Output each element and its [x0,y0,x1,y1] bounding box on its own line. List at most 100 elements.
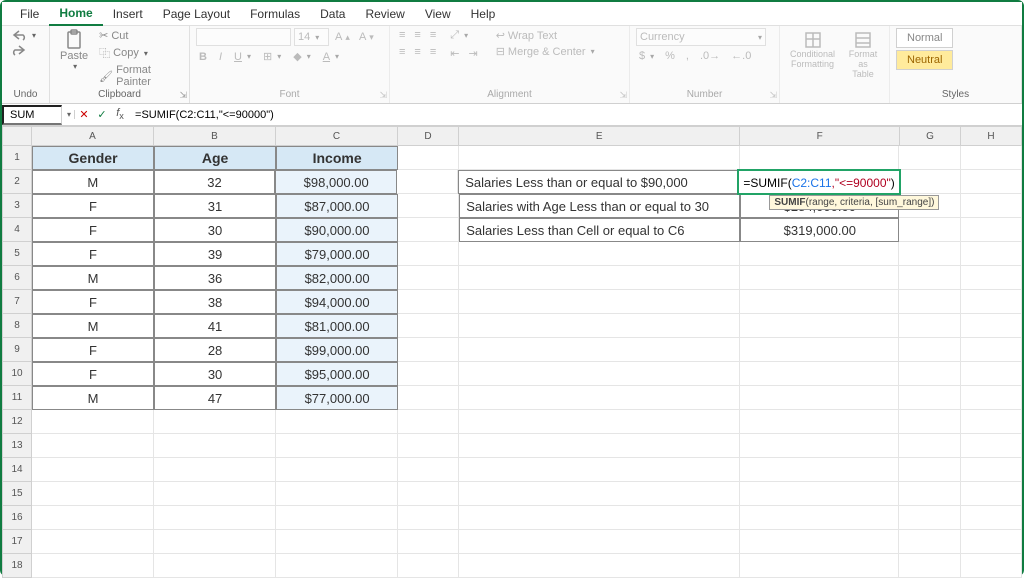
row-header[interactable]: 11 [2,386,32,410]
cell[interactable] [397,170,458,194]
cell[interactable] [740,362,899,386]
cell[interactable] [459,314,740,338]
increase-indent-icon[interactable]: ⇥ [465,46,480,61]
cell[interactable] [398,554,459,578]
cell[interactable] [899,362,960,386]
age-cell[interactable]: 38 [154,290,276,314]
summary-label[interactable]: Salaries Less than or equal to $90,000 [458,170,738,194]
menu-view[interactable]: View [415,3,461,25]
increase-decimal-icon[interactable]: .0→ [697,49,723,63]
decrease-decimal-icon[interactable]: ←.0 [728,49,754,63]
cell[interactable] [961,506,1022,530]
menu-page-layout[interactable]: Page Layout [153,3,240,25]
cell[interactable] [398,482,459,506]
age-cell[interactable]: 30 [154,362,276,386]
cell[interactable] [899,314,960,338]
gender-cell[interactable]: F [32,242,154,266]
border-button[interactable]: ⊞▾ [260,49,284,64]
formula-input[interactable] [129,107,1022,123]
summary-label[interactable]: Salaries with Age Less than or equal to … [459,194,740,218]
cell[interactable] [154,410,276,434]
income-cell[interactable]: $77,000.00 [276,386,398,410]
cell[interactable] [398,434,459,458]
cell[interactable] [154,458,276,482]
paste-button[interactable]: Paste▾ [56,28,92,73]
income-cell[interactable]: $79,000.00 [276,242,398,266]
select-all-corner[interactable] [2,126,32,146]
cell[interactable] [459,482,740,506]
cell[interactable] [961,170,1022,194]
income-cell[interactable]: $87,000.00 [276,194,398,218]
cell[interactable] [740,266,899,290]
align-right-icon[interactable]: ≡ [427,45,439,59]
cell[interactable] [459,266,740,290]
align-middle-icon[interactable]: ≡ [411,28,423,42]
income-cell[interactable]: $81,000.00 [276,314,398,338]
age-cell[interactable]: 31 [154,194,276,218]
cell[interactable] [740,506,899,530]
row-header[interactable]: 14 [2,458,32,482]
income-cell[interactable]: $94,000.00 [276,290,398,314]
row-header[interactable]: 9 [2,338,32,362]
row-header[interactable]: 12 [2,410,32,434]
cell[interactable] [398,218,459,242]
name-box[interactable] [2,105,62,125]
cell[interactable] [398,146,459,170]
cell[interactable] [961,338,1022,362]
cell[interactable] [154,434,276,458]
cell[interactable] [459,506,740,530]
cell[interactable] [961,434,1022,458]
cell[interactable] [961,386,1022,410]
menu-data[interactable]: Data [310,3,355,25]
cell[interactable] [740,314,899,338]
menu-insert[interactable]: Insert [103,3,153,25]
summary-value[interactable]: =SUMIF(C2:C11,"<=90000")SUMIF(range, cri… [738,170,899,194]
cell[interactable] [459,386,740,410]
redo-button[interactable] [8,43,39,57]
row-header[interactable]: 4 [2,218,32,242]
font-name-dropdown[interactable] [196,28,291,46]
gender-cell[interactable]: M [32,314,154,338]
decrease-font-icon[interactable]: A▾ [356,30,377,44]
cell[interactable] [276,410,398,434]
fill-color-button[interactable]: ◆▾ [290,49,313,64]
insert-function-icon[interactable]: fx [111,107,129,121]
col-header[interactable]: B [154,126,276,146]
age-cell[interactable]: 30 [154,218,276,242]
menu-file[interactable]: File [10,3,49,25]
gender-cell[interactable]: M [32,170,154,194]
number-format-dropdown[interactable]: Currency▾ [636,28,766,46]
conditional-formatting-button[interactable]: Conditional Formatting [786,28,839,72]
cell[interactable] [276,554,398,578]
cell[interactable] [276,530,398,554]
cell[interactable] [899,482,960,506]
cell[interactable] [961,554,1022,578]
row-header[interactable]: 1 [2,146,32,170]
cell[interactable] [740,338,899,362]
align-bottom-icon[interactable]: ≡ [427,28,439,42]
row-header[interactable]: 8 [2,314,32,338]
col-header[interactable]: A [32,126,154,146]
row-header[interactable]: 15 [2,482,32,506]
currency-button[interactable]: $▾ [636,49,657,63]
merge-center-button[interactable]: ⊟Merge & Center▾ [493,44,598,59]
cell[interactable] [32,554,154,578]
cell[interactable] [459,290,740,314]
gender-cell[interactable]: F [32,194,154,218]
font-size-dropdown[interactable]: 14▾ [294,28,329,46]
cell[interactable] [459,338,740,362]
row-header[interactable]: 5 [2,242,32,266]
undo-button[interactable]: ▾ [8,28,39,42]
cell[interactable] [899,458,960,482]
cell[interactable] [961,266,1022,290]
cell[interactable] [459,434,740,458]
align-top-icon[interactable]: ≡ [396,28,408,42]
italic-button[interactable]: I [216,50,225,64]
bold-button[interactable]: B [196,50,210,64]
cell[interactable] [459,362,740,386]
cell[interactable] [961,290,1022,314]
cell[interactable] [740,530,899,554]
font-color-button[interactable]: A▾ [320,50,342,64]
cell[interactable] [961,458,1022,482]
cell[interactable] [398,194,459,218]
